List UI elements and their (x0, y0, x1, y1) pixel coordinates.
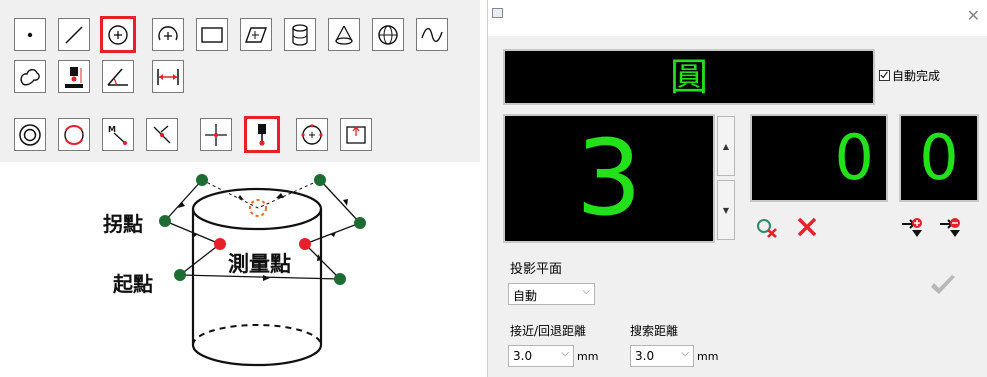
curve-tool-button[interactable] (416, 18, 448, 51)
delete-icon[interactable] (796, 216, 818, 238)
plane-tool-button[interactable] (240, 18, 272, 51)
chevron-down-icon: ⌵ (561, 348, 569, 359)
arc-tool-button[interactable] (152, 18, 184, 51)
remove-point-icon[interactable] (938, 214, 962, 240)
add-point-icon[interactable] (900, 214, 924, 240)
probe-depth-icon (65, 66, 83, 88)
chevron-down-icon: ⌵ (681, 348, 689, 359)
plane-icon (245, 26, 267, 43)
down-arrow-icon: ▼ (722, 205, 730, 215)
projection-plane-label: 投影平面 (510, 262, 563, 277)
manual-move-tool-button[interactable]: M (102, 118, 134, 151)
point-count-display: 3 (503, 114, 715, 243)
probe-depth-tool-button[interactable] (58, 60, 90, 93)
counter-a-display: 0 (750, 114, 888, 202)
projection-plane-value: 自動 (513, 289, 538, 303)
search-distance-value: 3.0 (635, 349, 655, 363)
confirm-check-icon[interactable] (928, 272, 958, 298)
line-icon (65, 25, 83, 44)
start-point-label: 起點 (113, 272, 153, 296)
circle-target-icon (301, 123, 323, 145)
crosshair-tool-button[interactable] (200, 118, 232, 151)
crosshair-icon (205, 123, 227, 146)
measure-point-label: 測量點 (228, 252, 291, 276)
approach-distance-value: 3.0 (513, 349, 533, 363)
arc-plus-icon (158, 25, 178, 40)
checkmark-icon (880, 71, 888, 79)
cylinder-tool-button[interactable] (284, 18, 316, 51)
counter-b-display: 0 (899, 114, 979, 202)
approach-distance-select[interactable]: 3.0 ⌵ (508, 345, 574, 367)
inflection-point-label: 拐點 (103, 212, 143, 236)
rectangle-tool-button[interactable] (196, 18, 228, 51)
search-distance-label: 搜索距離 (630, 324, 679, 338)
search-distance-select[interactable]: 3.0 ⌵ (630, 345, 694, 367)
up-arrow-icon: ▲ (722, 141, 730, 151)
path-icon (153, 125, 171, 143)
projection-plane-select[interactable]: 自動 ⌵ (508, 283, 595, 305)
counter-b-value: 0 (919, 121, 959, 194)
circle-tool-button[interactable] (100, 16, 136, 53)
cylinder-measurement-diagram: 拐點 起點 測量點 (0, 162, 480, 377)
ring-tool-button[interactable] (14, 118, 46, 151)
count-down-button[interactable]: ▼ (717, 180, 735, 240)
free-shape-tool-button[interactable] (14, 60, 46, 93)
approach-distance-unit: mm (577, 350, 599, 363)
auto-complete-checkbox[interactable] (879, 70, 890, 81)
distance-tool-button[interactable] (152, 60, 184, 93)
sphere-tool-button[interactable] (372, 18, 404, 51)
ring-icon (19, 123, 41, 146)
window-icon (492, 8, 503, 18)
chevron-down-icon: ⌵ (582, 286, 590, 297)
search-distance-unit: mm (697, 350, 719, 363)
counter-a-value: 0 (834, 121, 874, 194)
dialog-titlebar: ✕ (488, 0, 987, 36)
angle-tool-button[interactable] (102, 60, 134, 93)
path-tool-button[interactable] (146, 118, 178, 151)
svg-text:M: M (108, 125, 116, 134)
frame-tool-button[interactable] (340, 118, 372, 151)
feature-toolbar: M (0, 0, 480, 162)
feature-dialog: ✕ 圓 自動完成 3 ▲ ▼ 0 0 投影平面 自動 ⌵ 接近/回退距離 3.0… (487, 0, 987, 377)
rotate-tool-button[interactable] (58, 118, 90, 151)
angle-icon (107, 68, 128, 86)
probe-tip-tool-button[interactable] (244, 116, 280, 153)
sphere-icon (378, 24, 398, 45)
point-count-value: 3 (575, 117, 643, 239)
frame-icon (346, 125, 366, 144)
circle-plus-icon (108, 24, 128, 45)
curve-icon (421, 27, 443, 42)
cone-icon (335, 25, 353, 45)
cone-tool-button[interactable] (328, 18, 360, 51)
point-icon (27, 32, 33, 37)
count-up-button[interactable]: ▲ (717, 116, 735, 176)
circle-target-tool-button[interactable] (296, 118, 328, 151)
point-tool-button[interactable] (14, 18, 46, 51)
close-icon[interactable]: ✕ (967, 6, 980, 25)
distance-icon (157, 68, 179, 85)
approach-distance-label: 接近/回退距離 (510, 324, 587, 338)
auto-complete-label: 自動完成 (892, 69, 941, 83)
free-shape-icon (20, 68, 40, 85)
feature-name-display: 圓 (503, 49, 875, 105)
rectangle-icon (201, 26, 223, 43)
line-tool-button[interactable] (58, 18, 90, 51)
rotate-icon (64, 124, 84, 145)
clear-point-icon[interactable] (756, 218, 778, 238)
manual-move-icon: M (108, 125, 127, 145)
probe-tip-icon (258, 123, 266, 146)
feature-name-text: 圓 (669, 55, 708, 99)
cylinder-icon (292, 23, 308, 46)
